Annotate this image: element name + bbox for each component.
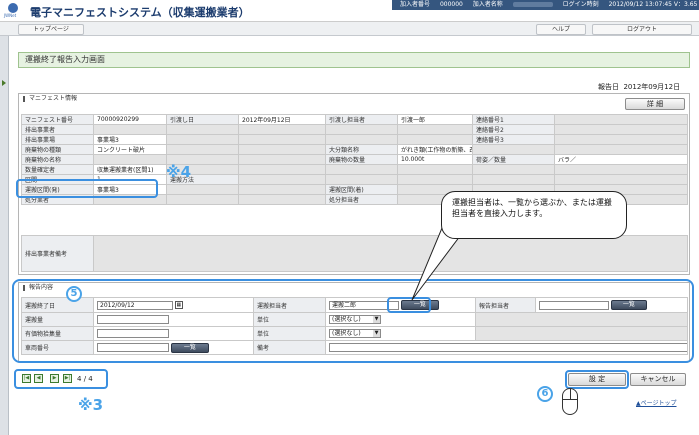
manifest-value <box>238 184 326 195</box>
quantity-confirmer-highlight <box>16 179 158 198</box>
annotation-number-6: 6 <box>537 386 553 402</box>
manifest-value: 事業場3 <box>93 134 167 145</box>
manifest-value: 引渡一郎 <box>397 114 473 125</box>
report-section-highlight <box>12 279 694 363</box>
manifest-label <box>166 144 239 155</box>
subscriber-name-label: 加入者名称 <box>472 1 503 8</box>
remarks-value <box>93 235 688 272</box>
manifest-label: 運搬区間(着) <box>325 184 398 195</box>
app-header: JWNet 電子マニフェストシステム（収集運搬業者） 加入者番号 000000 … <box>0 0 699 22</box>
subscriber-no-label: 加入者番号 <box>400 1 431 8</box>
manifest-label <box>325 174 398 185</box>
manifest-label: 廃棄物の種類 <box>21 144 94 155</box>
manifest-label: 廃棄物の数量 <box>325 154 398 165</box>
manifest-value <box>554 164 688 175</box>
manifest-label: 排出事業場 <box>21 134 94 145</box>
manifest-value: 収集運搬業者(区間1) <box>93 164 167 175</box>
annotation-number-5: 5 <box>66 286 82 302</box>
collapsed-sidebar[interactable] <box>0 36 9 435</box>
jwnet-logo: JWNet <box>4 3 22 19</box>
manifest-label: 連絡番号2 <box>472 124 555 135</box>
cancel-button[interactable]: キャンセル <box>630 373 686 386</box>
manifest-label <box>166 184 239 195</box>
manifest-label: 荷姿／数量 <box>472 154 555 165</box>
manifest-value <box>238 134 326 145</box>
subscriber-no: 000000 <box>439 1 463 8</box>
manifest-value <box>238 154 326 165</box>
manifest-label: 引渡し日 <box>166 114 239 125</box>
manifest-label: 連絡番号3 <box>472 134 555 145</box>
manifest-value <box>93 124 167 135</box>
manifest-value <box>397 134 473 145</box>
annotation-mark-4: ※4 <box>166 163 192 181</box>
instruction-bubble: 運搬担当者は、一覧から選ぶか、または運搬担当者を直接入力します。 <box>441 191 627 239</box>
page-title: 運搬終了報告入力画面 <box>18 52 690 68</box>
manifest-section-title: マニフェスト情報 <box>19 94 689 104</box>
manifest-label: 引渡し担当者 <box>325 114 398 125</box>
logout-link[interactable]: ログアウト <box>592 24 692 35</box>
manifest-label <box>472 174 555 185</box>
manifest-label: マニフェスト番号 <box>21 114 94 125</box>
subscriber-name-redacted <box>512 2 553 7</box>
pagination-highlight <box>14 369 108 389</box>
header-info-bar: 加入者番号 000000 加入者名称 ログイン時刻 2012/09/12 13:… <box>392 0 699 10</box>
manifest-label: 排出事業者 <box>21 124 94 135</box>
login-time-label: ログイン時刻 <box>562 1 599 8</box>
manifest-label: 数量確定者 <box>21 164 94 175</box>
detail-button[interactable]: 詳 細 <box>625 98 685 110</box>
manifest-label <box>166 134 239 145</box>
manifest-value: コンクリート破片 <box>93 144 167 155</box>
manifest-label <box>166 124 239 135</box>
manifest-value <box>238 174 326 185</box>
manifest-value <box>554 144 688 155</box>
manifest-value <box>238 124 326 135</box>
manifest-row: 廃棄物の種類コンクリート破片 大分類名称がれき類(工作物の新築、改築又は除去に伴っ… <box>21 144 688 155</box>
manifest-value <box>397 164 473 175</box>
login-time: 2012/09/12 13:07:45 V：3.65 <box>608 1 698 8</box>
nav-bar: トップページ ヘルプ ログアウト <box>0 22 699 36</box>
manifest-value: 10.000t <box>397 154 473 165</box>
manifest-label <box>325 124 398 135</box>
manifest-label: 処分担当者 <box>325 194 398 205</box>
manifest-row: 排出事業場 事業場3 連絡番号3 <box>21 134 688 145</box>
manifest-row: 数量確定者 収集運搬業者(区間1) <box>21 164 688 175</box>
manifest-label: 廃棄物の名称 <box>21 154 94 165</box>
manifest-label <box>325 164 398 175</box>
manifest-label: 連絡番号1 <box>472 114 555 125</box>
manifest-value <box>554 174 688 185</box>
confirm-highlight <box>565 370 629 389</box>
mouse-click-icon <box>562 388 578 415</box>
manifest-value <box>554 114 688 125</box>
manifest-label <box>472 144 555 155</box>
manifest-value: 70000920299 <box>93 114 167 125</box>
manifest-value <box>397 174 473 185</box>
app-title: 電子マニフェストシステム（収集運搬業者） <box>30 6 250 19</box>
manifest-value <box>554 124 688 135</box>
page-top-link[interactable]: ▲ページトップ <box>636 398 677 407</box>
manifest-value: バラ／ <box>554 154 688 165</box>
expand-arrow-icon[interactable] <box>2 80 6 86</box>
manifest-label: 大分類名称 <box>325 144 398 155</box>
annotation-mark-3: ※3 <box>78 396 104 414</box>
top-page-link[interactable]: トップページ <box>18 24 84 35</box>
manifest-row: 排出事業者 連絡番号2 <box>21 124 688 135</box>
manifest-value <box>554 134 688 145</box>
manifest-row: 廃棄物の名称 廃棄物の数量 10.000t 荷姿／数量 バラ／ <box>21 154 688 165</box>
manifest-value <box>397 124 473 135</box>
remarks-table: 排出事業者備考 <box>21 235 688 272</box>
manifest-value <box>238 144 326 155</box>
manifest-value <box>238 194 326 205</box>
manifest-label <box>472 164 555 175</box>
report-date: 報告日 2012年09月12日 <box>598 83 681 91</box>
manifest-value <box>238 164 326 175</box>
manifest-label <box>166 194 239 205</box>
manifest-value: 2012年09月12日 <box>238 114 326 125</box>
manifest-label <box>325 134 398 145</box>
remarks-label: 排出事業者備考 <box>21 235 94 272</box>
manifest-value <box>93 154 167 165</box>
manifest-row: マニフェスト番号 70000920299 引渡し日 2012年09月12日 引渡し担当者… <box>21 114 688 125</box>
manifest-value: がれき類(工作物の新築、改築又は除去に伴って生じた不要物) <box>397 144 473 155</box>
help-link[interactable]: ヘルプ <box>536 24 586 35</box>
